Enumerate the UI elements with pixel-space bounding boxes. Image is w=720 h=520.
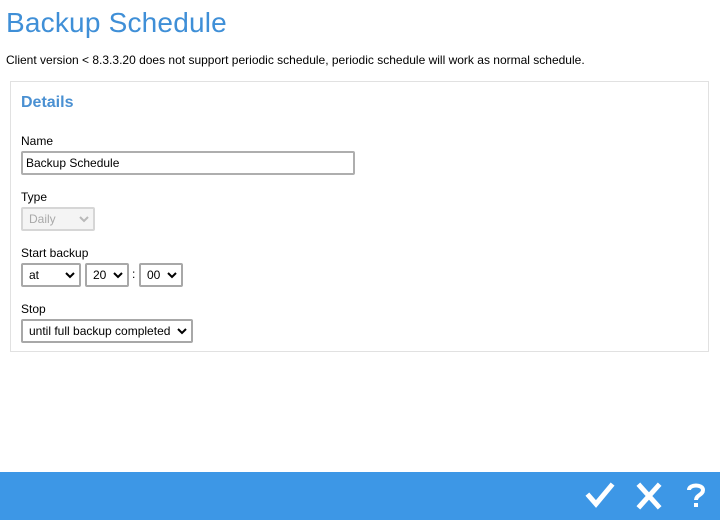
footer-bar (0, 472, 720, 520)
details-title: Details (21, 94, 74, 111)
name-input[interactable] (21, 151, 355, 175)
cancel-button[interactable] (634, 482, 664, 510)
start-minute-value: 00 (147, 268, 161, 282)
ok-button[interactable] (585, 482, 615, 510)
start-backup-label: Start backup (21, 246, 89, 260)
chevron-down-icon (177, 328, 187, 335)
type-label: Type (21, 190, 48, 204)
page-title: Backup Schedule (6, 7, 227, 38)
type-select-value: Daily (29, 212, 56, 226)
stop-label: Stop (21, 302, 46, 316)
chevron-down-icon (167, 272, 177, 279)
start-hour-value: 20 (93, 268, 107, 282)
chevron-down-icon (79, 216, 89, 223)
chevron-down-icon (65, 272, 75, 279)
stop-select[interactable]: until full backup completed (21, 319, 193, 343)
details-panel: Details Name Type Daily Start backup at … (10, 81, 709, 352)
start-minute-select[interactable]: 00 (139, 263, 183, 287)
type-select: Daily (21, 207, 95, 231)
start-mode-select[interactable]: at (21, 263, 81, 287)
name-label: Name (21, 134, 54, 148)
chevron-down-icon (113, 272, 123, 279)
backup-schedule-page: Backup Schedule Client version < 8.3.3.2… (0, 0, 720, 520)
version-notice: Client version < 8.3.3.20 does not suppo… (6, 53, 585, 67)
help-icon (687, 483, 706, 507)
time-separator: : (132, 267, 136, 281)
close-icon (636, 482, 662, 510)
stop-select-value: until full backup completed (29, 324, 171, 338)
start-hour-select[interactable]: 20 (85, 263, 129, 287)
start-mode-value: at (29, 268, 40, 282)
help-button[interactable] (681, 482, 711, 510)
check-icon (585, 482, 615, 508)
